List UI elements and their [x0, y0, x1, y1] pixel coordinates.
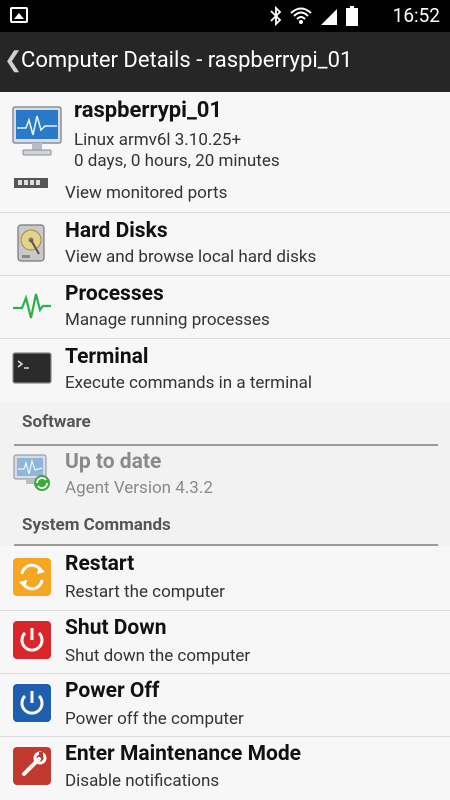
- agent-update-icon: [13, 454, 50, 491]
- wrench-icon: [13, 747, 51, 785]
- power-off-title: Power Off: [65, 679, 160, 703]
- computer-monitor-icon: [12, 106, 62, 156]
- status-icons: [270, 5, 358, 27]
- pulse-icon: [13, 293, 51, 319]
- restart-title: Restart: [65, 552, 135, 576]
- wifi-icon: [290, 7, 312, 24]
- power-off-subtitle: Power off the computer: [65, 709, 244, 729]
- restart-icon: [13, 558, 51, 596]
- section-label-system-commands: System Commands: [22, 515, 171, 535]
- shut-down-icon: [13, 621, 51, 659]
- bluetooth-icon: [270, 6, 282, 26]
- network-ports-icon: [14, 178, 48, 188]
- battery-icon: [346, 6, 358, 26]
- restart-subtitle: Restart the computer: [65, 582, 225, 602]
- shut-down-title: Shut Down: [65, 616, 167, 640]
- terminal-icon: [12, 352, 52, 384]
- section-label-software: Software: [22, 412, 91, 432]
- processes-title: Processes: [65, 282, 164, 306]
- list-item-software-status[interactable]: Up to date Agent Version 4.3.2: [0, 446, 450, 506]
- processes-subtitle: Manage running processes: [65, 310, 270, 330]
- section-header-software: Software: [0, 402, 450, 446]
- hard-disks-subtitle: View and browse local hard disks: [65, 247, 317, 267]
- signal-icon: [321, 9, 337, 25]
- action-bar: ❮ Computer Details - raspberrypi_01: [0, 32, 450, 92]
- hard-disk-icon: [17, 224, 45, 262]
- agent-version: Agent Version 4.3.2: [65, 478, 213, 498]
- computer-name: raspberrypi_01: [74, 98, 223, 123]
- computer-uptime: 0 days, 0 hours, 20 minutes: [74, 151, 280, 171]
- list-item-power-off[interactable]: Power Off Power off the computer: [0, 674, 450, 737]
- maintenance-mode-title: Enter Maintenance Mode: [65, 742, 302, 766]
- list-item-restart[interactable]: Restart Restart the computer: [0, 546, 450, 611]
- status-bar: 16:52: [0, 0, 450, 32]
- list-item-maintenance-mode[interactable]: Enter Maintenance Mode Disable notificat…: [0, 737, 450, 800]
- list-item-ports[interactable]: View monitored ports: [0, 178, 450, 213]
- list-item-shut-down[interactable]: Shut Down Shut down the computer: [0, 611, 450, 674]
- terminal-subtitle: Execute commands in a terminal: [65, 373, 312, 393]
- ports-subtitle: View monitored ports: [65, 183, 228, 203]
- list-item-terminal[interactable]: Terminal Execute commands in a terminal: [0, 339, 450, 402]
- list-item-hard-disks[interactable]: Hard Disks View and browse local hard di…: [0, 213, 450, 276]
- software-status-title: Up to date: [65, 450, 162, 474]
- gallery-notification-icon: [10, 7, 28, 23]
- shut-down-subtitle: Shut down the computer: [65, 646, 251, 666]
- hard-disks-title: Hard Disks: [65, 219, 168, 243]
- clock: 16:52: [392, 4, 440, 27]
- list-item-processes[interactable]: Processes Manage running processes: [0, 276, 450, 339]
- power-off-icon: [13, 684, 51, 722]
- computer-header: raspberrypi_01 Linux armv6l 3.10.25+ 0 d…: [0, 92, 450, 178]
- maintenance-mode-subtitle: Disable notifications: [65, 771, 220, 791]
- terminal-title: Terminal: [65, 345, 149, 369]
- page-title[interactable]: Computer Details - raspberrypi_01: [21, 46, 352, 76]
- back-chevron-icon[interactable]: ❮: [4, 48, 22, 73]
- section-header-system-commands: System Commands: [0, 506, 450, 546]
- computer-os: Linux armv6l 3.10.25+: [74, 130, 242, 150]
